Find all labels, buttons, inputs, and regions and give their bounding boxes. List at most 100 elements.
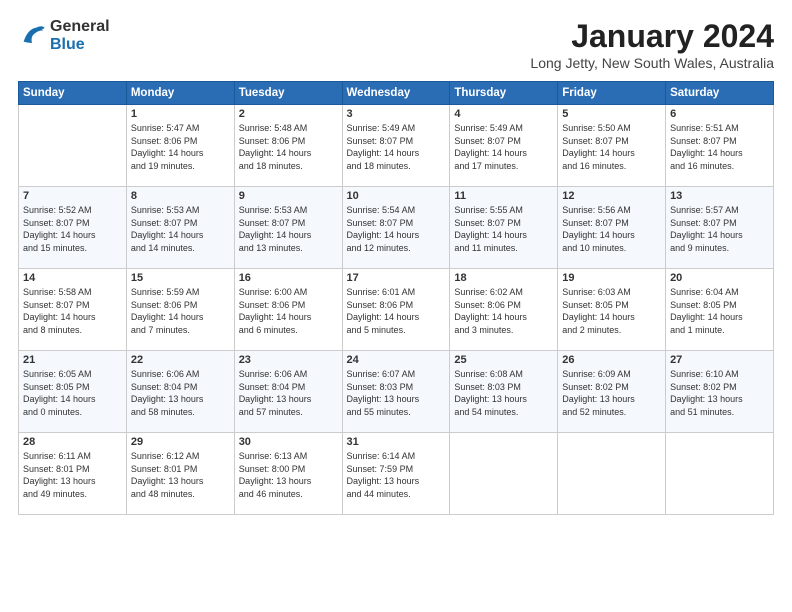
header-cell-monday: Monday bbox=[126, 82, 234, 105]
day-info: Sunrise: 6:00 AMSunset: 8:06 PMDaylight:… bbox=[239, 286, 338, 336]
day-info: Sunrise: 5:54 AMSunset: 8:07 PMDaylight:… bbox=[347, 204, 446, 254]
day-info: Sunrise: 5:56 AMSunset: 8:07 PMDaylight:… bbox=[562, 204, 661, 254]
calendar-cell: 26Sunrise: 6:09 AMSunset: 8:02 PMDayligh… bbox=[558, 351, 666, 433]
calendar-cell: 6 Sunrise: 5:51 AMSunset: 8:07 PMDaylight… bbox=[666, 105, 774, 187]
calendar-cell: 21 Sunrise: 6:05 AMSunset: 8:05 PMDayligh… bbox=[19, 351, 127, 433]
day-info: Sunrise: 6:07 AMSunset: 8:03 PMDaylight:… bbox=[347, 368, 446, 418]
calendar-cell: 5Sunrise: 5:50 AMSunset: 8:07 PMDaylight… bbox=[558, 105, 666, 187]
day-number: 26 bbox=[562, 354, 661, 366]
day-info: Sunrise: 6:06 AMSunset: 8:04 PMDaylight:… bbox=[131, 368, 230, 418]
header-cell-saturday: Saturday bbox=[666, 82, 774, 105]
header-cell-wednesday: Wednesday bbox=[342, 82, 450, 105]
calendar-week-4: 21 Sunrise: 6:05 AMSunset: 8:05 PMDayligh… bbox=[19, 351, 774, 433]
day-number: 25 bbox=[454, 354, 553, 366]
day-number: 31 bbox=[347, 436, 446, 448]
day-info: Sunrise: 6:12 AMSunset: 8:01 PMDaylight:… bbox=[131, 450, 230, 500]
calendar-cell: 25 Sunrise: 6:08 AMSunset: 8:03 PMDayligh… bbox=[450, 351, 558, 433]
page: General Blue January 2024 Long Jetty, Ne… bbox=[0, 0, 792, 525]
calendar-week-2: 7 Sunrise: 5:52 AMSunset: 8:07 PMDaylight… bbox=[19, 187, 774, 269]
day-info: Sunrise: 6:13 AMSunset: 8:00 PMDaylight:… bbox=[239, 450, 338, 500]
day-info: Sunrise: 6:05 AMSunset: 8:05 PMDaylight:… bbox=[23, 368, 122, 418]
day-number: 17 bbox=[347, 272, 446, 284]
logo: General Blue bbox=[18, 18, 110, 53]
calendar-cell bbox=[558, 433, 666, 515]
day-number: 22 bbox=[131, 354, 230, 366]
day-number: 10 bbox=[347, 190, 446, 202]
day-number: 6 bbox=[670, 108, 769, 120]
day-info: Sunrise: 6:02 AMSunset: 8:06 PMDaylight:… bbox=[454, 286, 553, 336]
calendar-cell: 4 Sunrise: 5:49 AMSunset: 8:07 PMDaylight… bbox=[450, 105, 558, 187]
day-number: 3 bbox=[347, 108, 446, 120]
header: General Blue January 2024 Long Jetty, Ne… bbox=[18, 18, 774, 71]
title-area: January 2024 Long Jetty, New South Wales… bbox=[530, 18, 774, 71]
day-info: Sunrise: 5:53 AMSunset: 8:07 PMDaylight:… bbox=[239, 204, 338, 254]
day-info: Sunrise: 5:55 AMSunset: 8:07 PMDaylight:… bbox=[454, 204, 553, 254]
calendar-cell: 20Sunrise: 6:04 AMSunset: 8:05 PMDayligh… bbox=[666, 269, 774, 351]
day-info: Sunrise: 5:53 AMSunset: 8:07 PMDaylight:… bbox=[131, 204, 230, 254]
day-number: 9 bbox=[239, 190, 338, 202]
day-info: Sunrise: 5:47 AMSunset: 8:06 PMDaylight:… bbox=[131, 122, 230, 172]
day-number: 12 bbox=[562, 190, 661, 202]
day-info: Sunrise: 5:48 AMSunset: 8:06 PMDaylight:… bbox=[239, 122, 338, 172]
header-cell-friday: Friday bbox=[558, 82, 666, 105]
calendar-cell: 11Sunrise: 5:55 AMSunset: 8:07 PMDayligh… bbox=[450, 187, 558, 269]
day-number: 13 bbox=[670, 190, 769, 202]
calendar-cell: 27 Sunrise: 6:10 AMSunset: 8:02 PMDayligh… bbox=[666, 351, 774, 433]
day-info: Sunrise: 5:49 AMSunset: 8:07 PMDaylight:… bbox=[347, 122, 446, 172]
calendar-cell: 3 Sunrise: 5:49 AMSunset: 8:07 PMDaylight… bbox=[342, 105, 450, 187]
day-number: 23 bbox=[239, 354, 338, 366]
day-number: 4 bbox=[454, 108, 553, 120]
day-number: 8 bbox=[131, 190, 230, 202]
day-number: 18 bbox=[454, 272, 553, 284]
day-number: 28 bbox=[23, 436, 122, 448]
day-info: Sunrise: 6:06 AMSunset: 8:04 PMDaylight:… bbox=[239, 368, 338, 418]
calendar-cell: 17 Sunrise: 6:01 AMSunset: 8:06 PMDayligh… bbox=[342, 269, 450, 351]
day-number: 2 bbox=[239, 108, 338, 120]
day-info: Sunrise: 6:01 AMSunset: 8:06 PMDaylight:… bbox=[347, 286, 446, 336]
day-number: 27 bbox=[670, 354, 769, 366]
day-info: Sunrise: 6:03 AMSunset: 8:05 PMDaylight:… bbox=[562, 286, 661, 336]
calendar-cell: 24 Sunrise: 6:07 AMSunset: 8:03 PMDayligh… bbox=[342, 351, 450, 433]
calendar-cell: 30 Sunrise: 6:13 AMSunset: 8:00 PMDayligh… bbox=[234, 433, 342, 515]
calendar-cell: 7 Sunrise: 5:52 AMSunset: 8:07 PMDaylight… bbox=[19, 187, 127, 269]
day-number: 7 bbox=[23, 190, 122, 202]
calendar-cell: 8 Sunrise: 5:53 AMSunset: 8:07 PMDaylight… bbox=[126, 187, 234, 269]
logo-text: General Blue bbox=[50, 18, 110, 53]
day-info: Sunrise: 6:11 AMSunset: 8:01 PMDaylight:… bbox=[23, 450, 122, 500]
calendar-cell: 31Sunrise: 6:14 AMSunset: 7:59 PMDayligh… bbox=[342, 433, 450, 515]
calendar-cell: 12 Sunrise: 5:56 AMSunset: 8:07 PMDayligh… bbox=[558, 187, 666, 269]
calendar-week-1: 1Sunrise: 5:47 AMSunset: 8:06 PMDaylight… bbox=[19, 105, 774, 187]
calendar-cell: 10 Sunrise: 5:54 AMSunset: 8:07 PMDayligh… bbox=[342, 187, 450, 269]
calendar-cell: 2 Sunrise: 5:48 AMSunset: 8:06 PMDaylight… bbox=[234, 105, 342, 187]
header-cell-sunday: Sunday bbox=[19, 82, 127, 105]
day-info: Sunrise: 5:59 AMSunset: 8:06 PMDaylight:… bbox=[131, 286, 230, 336]
calendar-cell bbox=[19, 105, 127, 187]
day-info: Sunrise: 5:50 AMSunset: 8:07 PMDaylight:… bbox=[562, 122, 661, 172]
day-number: 30 bbox=[239, 436, 338, 448]
header-cell-tuesday: Tuesday bbox=[234, 82, 342, 105]
calendar-week-3: 14Sunrise: 5:58 AMSunset: 8:07 PMDayligh… bbox=[19, 269, 774, 351]
day-info: Sunrise: 6:10 AMSunset: 8:02 PMDaylight:… bbox=[670, 368, 769, 418]
day-number: 29 bbox=[131, 436, 230, 448]
calendar-cell: 14Sunrise: 5:58 AMSunset: 8:07 PMDayligh… bbox=[19, 269, 127, 351]
calendar-cell bbox=[666, 433, 774, 515]
location: Long Jetty, New South Wales, Australia bbox=[530, 55, 774, 71]
day-info: Sunrise: 5:58 AMSunset: 8:07 PMDaylight:… bbox=[23, 286, 122, 336]
month-title: January 2024 bbox=[530, 18, 774, 55]
day-info: Sunrise: 6:08 AMSunset: 8:03 PMDaylight:… bbox=[454, 368, 553, 418]
day-info: Sunrise: 5:57 AMSunset: 8:07 PMDaylight:… bbox=[670, 204, 769, 254]
calendar-table: SundayMondayTuesdayWednesdayThursdayFrid… bbox=[18, 81, 774, 515]
day-number: 19 bbox=[562, 272, 661, 284]
day-info: Sunrise: 5:52 AMSunset: 8:07 PMDaylight:… bbox=[23, 204, 122, 254]
calendar-cell: 13 Sunrise: 5:57 AMSunset: 8:07 PMDayligh… bbox=[666, 187, 774, 269]
day-info: Sunrise: 5:51 AMSunset: 8:07 PMDaylight:… bbox=[670, 122, 769, 172]
calendar-cell: 9 Sunrise: 5:53 AMSunset: 8:07 PMDaylight… bbox=[234, 187, 342, 269]
day-number: 21 bbox=[23, 354, 122, 366]
calendar-cell: 28 Sunrise: 6:11 AMSunset: 8:01 PMDayligh… bbox=[19, 433, 127, 515]
day-info: Sunrise: 5:49 AMSunset: 8:07 PMDaylight:… bbox=[454, 122, 553, 172]
calendar-cell bbox=[450, 433, 558, 515]
header-cell-thursday: Thursday bbox=[450, 82, 558, 105]
day-info: Sunrise: 6:04 AMSunset: 8:05 PMDaylight:… bbox=[670, 286, 769, 336]
calendar-cell: 29 Sunrise: 6:12 AMSunset: 8:01 PMDayligh… bbox=[126, 433, 234, 515]
day-number: 24 bbox=[347, 354, 446, 366]
